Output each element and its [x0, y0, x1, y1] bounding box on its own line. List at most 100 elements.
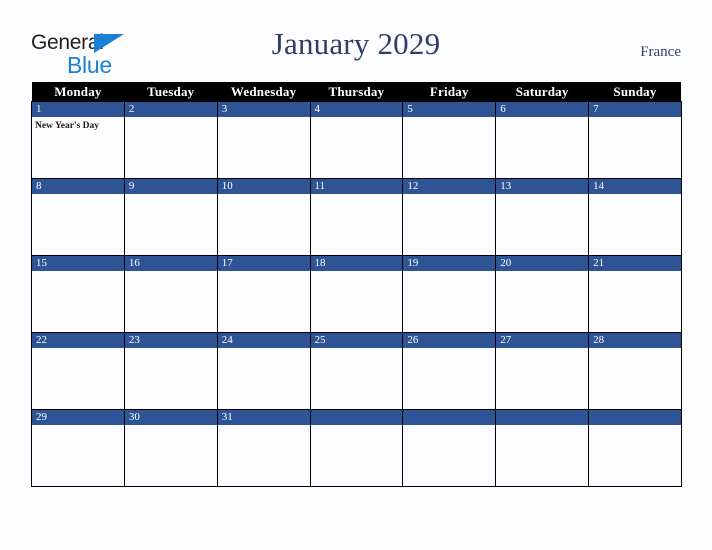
- calendar-day-cell[interactable]: 5: [402, 101, 497, 179]
- day-cell-inner: 31: [217, 410, 310, 486]
- calendar-week-row: 22 23 24 25 26 27 28: [31, 332, 682, 410]
- day-events: [311, 117, 403, 120]
- day-number: 10: [217, 179, 310, 194]
- day-cell-inner: 19: [403, 256, 496, 332]
- day-events: [403, 425, 495, 428]
- day-events: [496, 271, 588, 274]
- calendar-table: Monday Tuesday Wednesday Thursday Friday…: [31, 82, 682, 487]
- calendar-day-cell[interactable]: 7: [588, 101, 682, 179]
- day-cell-inner: 21: [589, 256, 681, 332]
- day-events: [125, 194, 217, 197]
- day-events: [589, 194, 681, 197]
- calendar-day-cell[interactable]: 12: [402, 178, 497, 256]
- day-cell-inner: 9: [124, 179, 217, 255]
- holiday-label: New Year's Day: [35, 121, 100, 131]
- calendar-day-cell[interactable]: 11: [309, 178, 404, 256]
- day-cell-inner: [403, 410, 496, 486]
- calendar-day-cell[interactable]: 18: [309, 255, 404, 333]
- day-cell-inner: 27: [496, 333, 589, 409]
- calendar-weekday-header-row: Monday Tuesday Wednesday Thursday Friday…: [31, 82, 682, 102]
- calendar-day-cell[interactable]: [309, 409, 404, 487]
- day-number: 26: [403, 333, 496, 348]
- day-cell-inner: 17: [217, 256, 310, 332]
- calendar-day-cell[interactable]: 25: [309, 332, 404, 410]
- calendar-day-cell[interactable]: 24: [216, 332, 311, 410]
- day-number: 21: [589, 256, 681, 271]
- day-number: 25: [310, 333, 403, 348]
- calendar-day-cell[interactable]: 29: [31, 409, 125, 487]
- calendar-day-cell[interactable]: 10: [216, 178, 311, 256]
- day-cell-inner: [589, 410, 681, 486]
- calendar-day-cell[interactable]: 23: [123, 332, 218, 410]
- calendar-day-cell[interactable]: 30: [123, 409, 218, 487]
- day-number: 6: [496, 102, 589, 117]
- day-number: 28: [589, 333, 681, 348]
- day-cell-inner: 13: [496, 179, 589, 255]
- day-events: [311, 271, 403, 274]
- calendar-day-cell[interactable]: 19: [402, 255, 497, 333]
- calendar-day-cell[interactable]: 2: [123, 101, 218, 179]
- calendar-grid: Monday Tuesday Wednesday Thursday Friday…: [31, 82, 682, 487]
- calendar-day-cell[interactable]: 27: [495, 332, 590, 410]
- calendar-day-cell[interactable]: 28: [588, 332, 682, 410]
- day-number: 27: [496, 333, 589, 348]
- day-number: 2: [124, 102, 217, 117]
- calendar-day-cell[interactable]: 21: [588, 255, 682, 333]
- calendar-day-cell[interactable]: 13: [495, 178, 590, 256]
- weekday-header-friday: Friday: [402, 82, 496, 102]
- calendar-week-row: 8 9 10 11 12 13 14: [31, 178, 682, 256]
- calendar-day-cell[interactable]: [495, 409, 590, 487]
- day-events: [496, 425, 588, 428]
- day-number: 13: [496, 179, 589, 194]
- calendar-day-cell[interactable]: 20: [495, 255, 590, 333]
- day-cell-inner: 4: [310, 102, 403, 178]
- calendar-day-cell[interactable]: 3: [216, 101, 311, 179]
- calendar-day-cell[interactable]: 22: [31, 332, 125, 410]
- weekday-header-saturday: Saturday: [495, 82, 589, 102]
- day-number: 8: [32, 179, 124, 194]
- day-cell-inner: 18: [310, 256, 403, 332]
- calendar-day-cell[interactable]: 9: [123, 178, 218, 256]
- calendar-day-cell[interactable]: [402, 409, 497, 487]
- calendar-day-cell[interactable]: 1 New Year's Day: [31, 101, 125, 179]
- day-events: [403, 271, 495, 274]
- day-events: [403, 348, 495, 351]
- calendar-day-cell[interactable]: 26: [402, 332, 497, 410]
- calendar-day-cell[interactable]: 4: [309, 101, 404, 179]
- day-events: [125, 271, 217, 274]
- day-cell-inner: 12: [403, 179, 496, 255]
- day-events: [218, 348, 310, 351]
- day-events: [311, 194, 403, 197]
- day-number: [310, 410, 403, 425]
- calendar-day-cell[interactable]: [588, 409, 682, 487]
- day-number: 17: [217, 256, 310, 271]
- calendar-day-cell[interactable]: 15: [31, 255, 125, 333]
- calendar-week-row: 1 New Year's Day 2 3 4 5 6 7: [31, 101, 682, 179]
- day-cell-inner: 23: [124, 333, 217, 409]
- day-number: 24: [217, 333, 310, 348]
- day-cell-inner: 10: [217, 179, 310, 255]
- day-cell-inner: 24: [217, 333, 310, 409]
- day-cell-inner: 26: [403, 333, 496, 409]
- calendar-day-cell[interactable]: 6: [495, 101, 590, 179]
- day-number: 12: [403, 179, 496, 194]
- calendar-day-cell[interactable]: 14: [588, 178, 682, 256]
- weekday-header-monday: Monday: [31, 82, 125, 102]
- weekday-header-wednesday: Wednesday: [217, 82, 311, 102]
- day-events: [218, 271, 310, 274]
- day-events: [589, 348, 681, 351]
- day-events: [311, 348, 403, 351]
- day-events: [32, 271, 124, 274]
- calendar-day-cell[interactable]: 31: [216, 409, 311, 487]
- calendar-day-cell[interactable]: 8: [31, 178, 125, 256]
- calendar-day-cell[interactable]: 17: [216, 255, 311, 333]
- calendar-day-cell[interactable]: 16: [123, 255, 218, 333]
- day-events: [125, 117, 217, 120]
- day-cell-inner: 30: [124, 410, 217, 486]
- weekday-header-thursday: Thursday: [310, 82, 403, 102]
- day-number: 18: [310, 256, 403, 271]
- day-cell-inner: 29: [32, 410, 124, 486]
- day-number: 14: [589, 179, 681, 194]
- day-cell-inner: 22: [32, 333, 124, 409]
- day-events: [589, 117, 681, 120]
